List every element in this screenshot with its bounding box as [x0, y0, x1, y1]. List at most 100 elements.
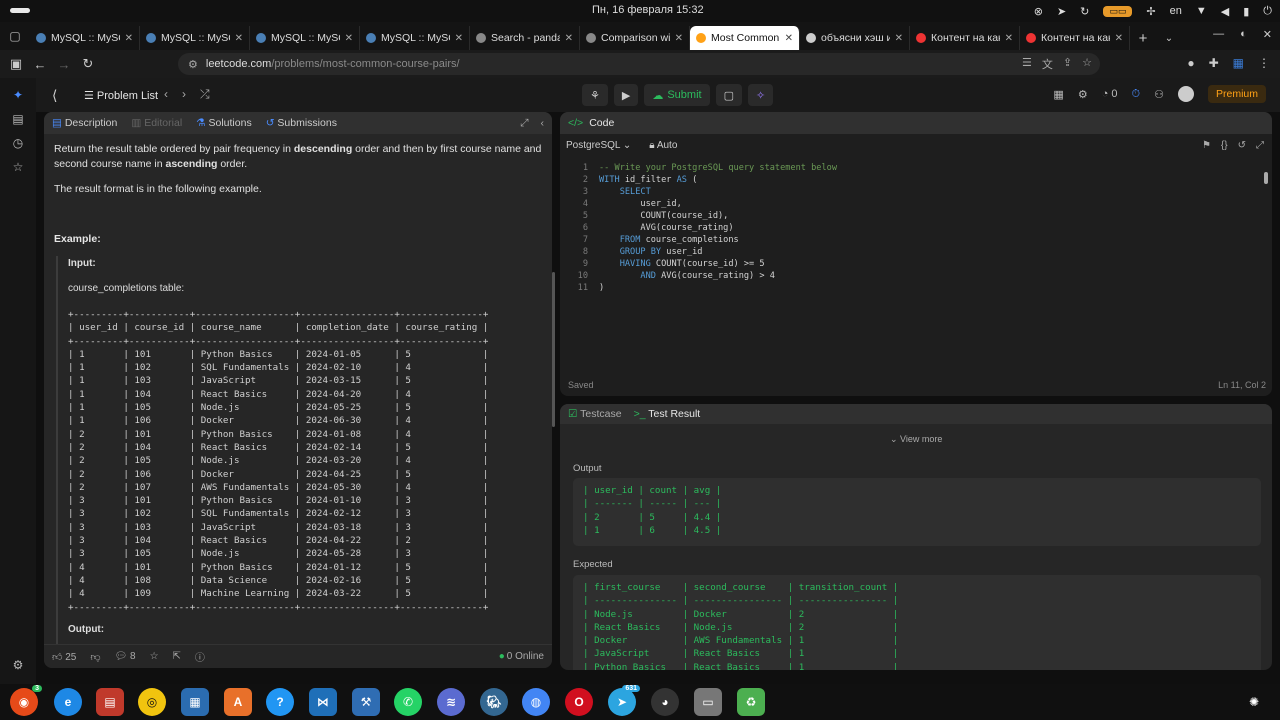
extension-square-icon[interactable]: ▦: [1233, 56, 1244, 70]
tab-close-icon[interactable]: ✕: [565, 33, 573, 44]
share-icon[interactable]: ⇱: [173, 651, 181, 662]
tab-testcase[interactable]: Testcase: [568, 408, 621, 420]
favorite-star-icon[interactable]: ☆: [150, 651, 159, 662]
chrome-icon[interactable]: ◍: [522, 688, 550, 716]
submit-button[interactable]: ☁ Submit: [644, 84, 710, 106]
browser-tab[interactable]: Search - pandas ✕: [470, 26, 580, 50]
tab-test-result[interactable]: Test Result: [634, 408, 700, 420]
whatsapp-icon[interactable]: ✆: [394, 688, 422, 716]
dislike-icon[interactable]: 👎︎: [90, 651, 100, 663]
help-icon[interactable]: ⓘ: [195, 649, 205, 664]
tab-dropdown-icon[interactable]: ⌄: [1156, 26, 1182, 50]
help-app-icon[interactable]: ?: [266, 688, 294, 716]
avatar[interactable]: [1177, 86, 1194, 102]
shuffle-icon[interactable]: ⤮: [200, 87, 210, 102]
refresh-tray-icon[interactable]: ↻: [1080, 5, 1089, 18]
music-icon[interactable]: ◎: [138, 688, 166, 716]
browser-tab[interactable]: Контент на кан ✕: [1020, 26, 1130, 50]
battery-indicator-icon[interactable]: ▭▭: [1103, 5, 1133, 17]
url-field[interactable]: ⚙ leetcode.com/problems/most-common-cour…: [178, 53, 1100, 75]
app-store-icon[interactable]: A: [224, 688, 252, 716]
tab-close-icon[interactable]: ✕: [675, 33, 683, 44]
dbeaver-icon[interactable]: ⚒: [352, 688, 380, 716]
settings-gear-icon[interactable]: ⚙: [0, 658, 36, 672]
vscode-icon[interactable]: ⋈: [309, 688, 337, 716]
reset-icon[interactable]: ↺: [1238, 140, 1246, 151]
sidebar-toggle-icon[interactable]: ▣: [4, 56, 28, 72]
leetcode-logo-icon[interactable]: ⟨: [52, 87, 57, 104]
activities-button[interactable]: [10, 8, 30, 13]
docs-icon[interactable]: ▦: [181, 688, 209, 716]
pgadmin-icon[interactable]: 🐘︎: [480, 688, 508, 716]
files-icon[interactable]: ▤: [96, 688, 124, 716]
fullscreen-icon[interactable]: ⤢: [1256, 140, 1264, 151]
forward-arrow-icon[interactable]: →: [52, 57, 76, 72]
menu-dots-icon[interactable]: ⋮: [1258, 56, 1270, 70]
history-icon[interactable]: ◷: [0, 136, 36, 150]
keyboard-layout[interactable]: en: [1170, 5, 1182, 17]
browser-tab[interactable]: объясни хэш и ✕: [800, 26, 910, 50]
view-more-button[interactable]: ⌄ View more: [890, 434, 942, 445]
browser-tab[interactable]: MySQL :: MySQL ✕: [30, 26, 140, 50]
notes-icon[interactable]: ▢: [715, 84, 742, 106]
minimize-icon[interactable]: —: [1213, 28, 1224, 41]
editor-scrollbar[interactable]: [1264, 172, 1268, 184]
reader-mode-icon[interactable]: ☰: [1022, 56, 1032, 72]
debug-icon[interactable]: ⚘: [582, 84, 608, 106]
problem-list-link[interactable]: ☰ Problem List: [84, 89, 158, 102]
tab-close-icon[interactable]: ✕: [1005, 33, 1013, 44]
profile-icon[interactable]: ◐: [1240, 28, 1247, 41]
bookmark-star-icon[interactable]: ☆: [1082, 56, 1092, 72]
prev-problem-icon[interactable]: ‹: [164, 87, 168, 102]
next-problem-icon[interactable]: ›: [182, 87, 186, 102]
browser-tab[interactable]: MySQL :: MySQL ✕: [140, 26, 250, 50]
browser-tab[interactable]: MySQL :: MySQL ✕: [250, 26, 360, 50]
telegram-icon[interactable]: ➤ 631: [608, 685, 640, 716]
language-select[interactable]: PostgreSQL ⌄: [566, 140, 631, 151]
expand-icon[interactable]: ⤢: [520, 117, 528, 130]
new-tab-button[interactable]: +: [1130, 26, 1156, 50]
description-scrollbar[interactable]: [552, 272, 555, 427]
pin-tray-icon[interactable]: ✢: [1146, 5, 1155, 18]
extension-icon[interactable]: ●: [1187, 56, 1194, 70]
firefox-icon[interactable]: ◉ 3: [10, 685, 42, 716]
power-icon[interactable]: ⏻: [1263, 5, 1272, 18]
tab-code[interactable]: Code: [589, 117, 614, 129]
auto-mode-toggle[interactable]: 🔒︎ Auto: [649, 140, 677, 151]
comments-button[interactable]: 💬︎ 8: [115, 651, 136, 662]
ai-assist-icon[interactable]: ✧: [748, 84, 774, 106]
tab-close-icon[interactable]: ✕: [785, 33, 793, 44]
wifi-icon[interactable]: ▼: [1196, 5, 1207, 17]
tab-close-icon[interactable]: ✕: [895, 33, 903, 44]
tab-close-icon[interactable]: ✕: [235, 33, 243, 44]
friends-icon[interactable]: ⚇: [1154, 88, 1164, 101]
favorites-icon[interactable]: ☆: [0, 160, 36, 174]
browser-tab[interactable]: Comparison wit ✕: [580, 26, 690, 50]
app-grid-icon[interactable]: ✺: [1240, 688, 1268, 716]
tab-editorial[interactable]: ▥ Editorial: [131, 117, 182, 129]
browser-tab[interactable]: Контент на кан ✕: [910, 26, 1020, 50]
puzzle-icon[interactable]: ✚: [1209, 56, 1219, 70]
browser-tab[interactable]: MySQL :: MySQL ✕: [360, 26, 470, 50]
back-arrow-icon[interactable]: ←: [28, 57, 52, 72]
tab-close-icon[interactable]: ✕: [1115, 33, 1123, 44]
tab-close-icon[interactable]: ✕: [455, 33, 463, 44]
share-icon[interactable]: ⇪: [1063, 56, 1072, 72]
obs-icon[interactable]: ◕: [651, 688, 679, 716]
tab-submissions[interactable]: ↺ Submissions: [266, 117, 337, 129]
disk-icon[interactable]: ▭: [694, 688, 722, 716]
tab-search-icon[interactable]: ▢: [0, 22, 30, 50]
translate-icon[interactable]: 文: [1042, 56, 1053, 72]
settings-icon[interactable]: ⚙: [1078, 88, 1088, 101]
ai-sparkle-icon[interactable]: ✦: [0, 88, 36, 102]
tab-description[interactable]: ▤ Description: [52, 117, 117, 129]
mysql-workbench-icon[interactable]: ≋: [437, 688, 465, 716]
trash-icon[interactable]: ♻: [737, 688, 765, 716]
tab-close-icon[interactable]: ✕: [345, 33, 353, 44]
volume-icon[interactable]: ◀: [1221, 5, 1229, 18]
telegram-tray-icon[interactable]: ➤: [1057, 5, 1066, 18]
system-clock[interactable]: Пн, 16 февраля 15:32: [592, 4, 704, 16]
close-window-icon[interactable]: ✕: [1263, 28, 1272, 41]
premium-button[interactable]: Premium: [1207, 85, 1266, 103]
reload-icon[interactable]: ↻: [76, 56, 100, 72]
